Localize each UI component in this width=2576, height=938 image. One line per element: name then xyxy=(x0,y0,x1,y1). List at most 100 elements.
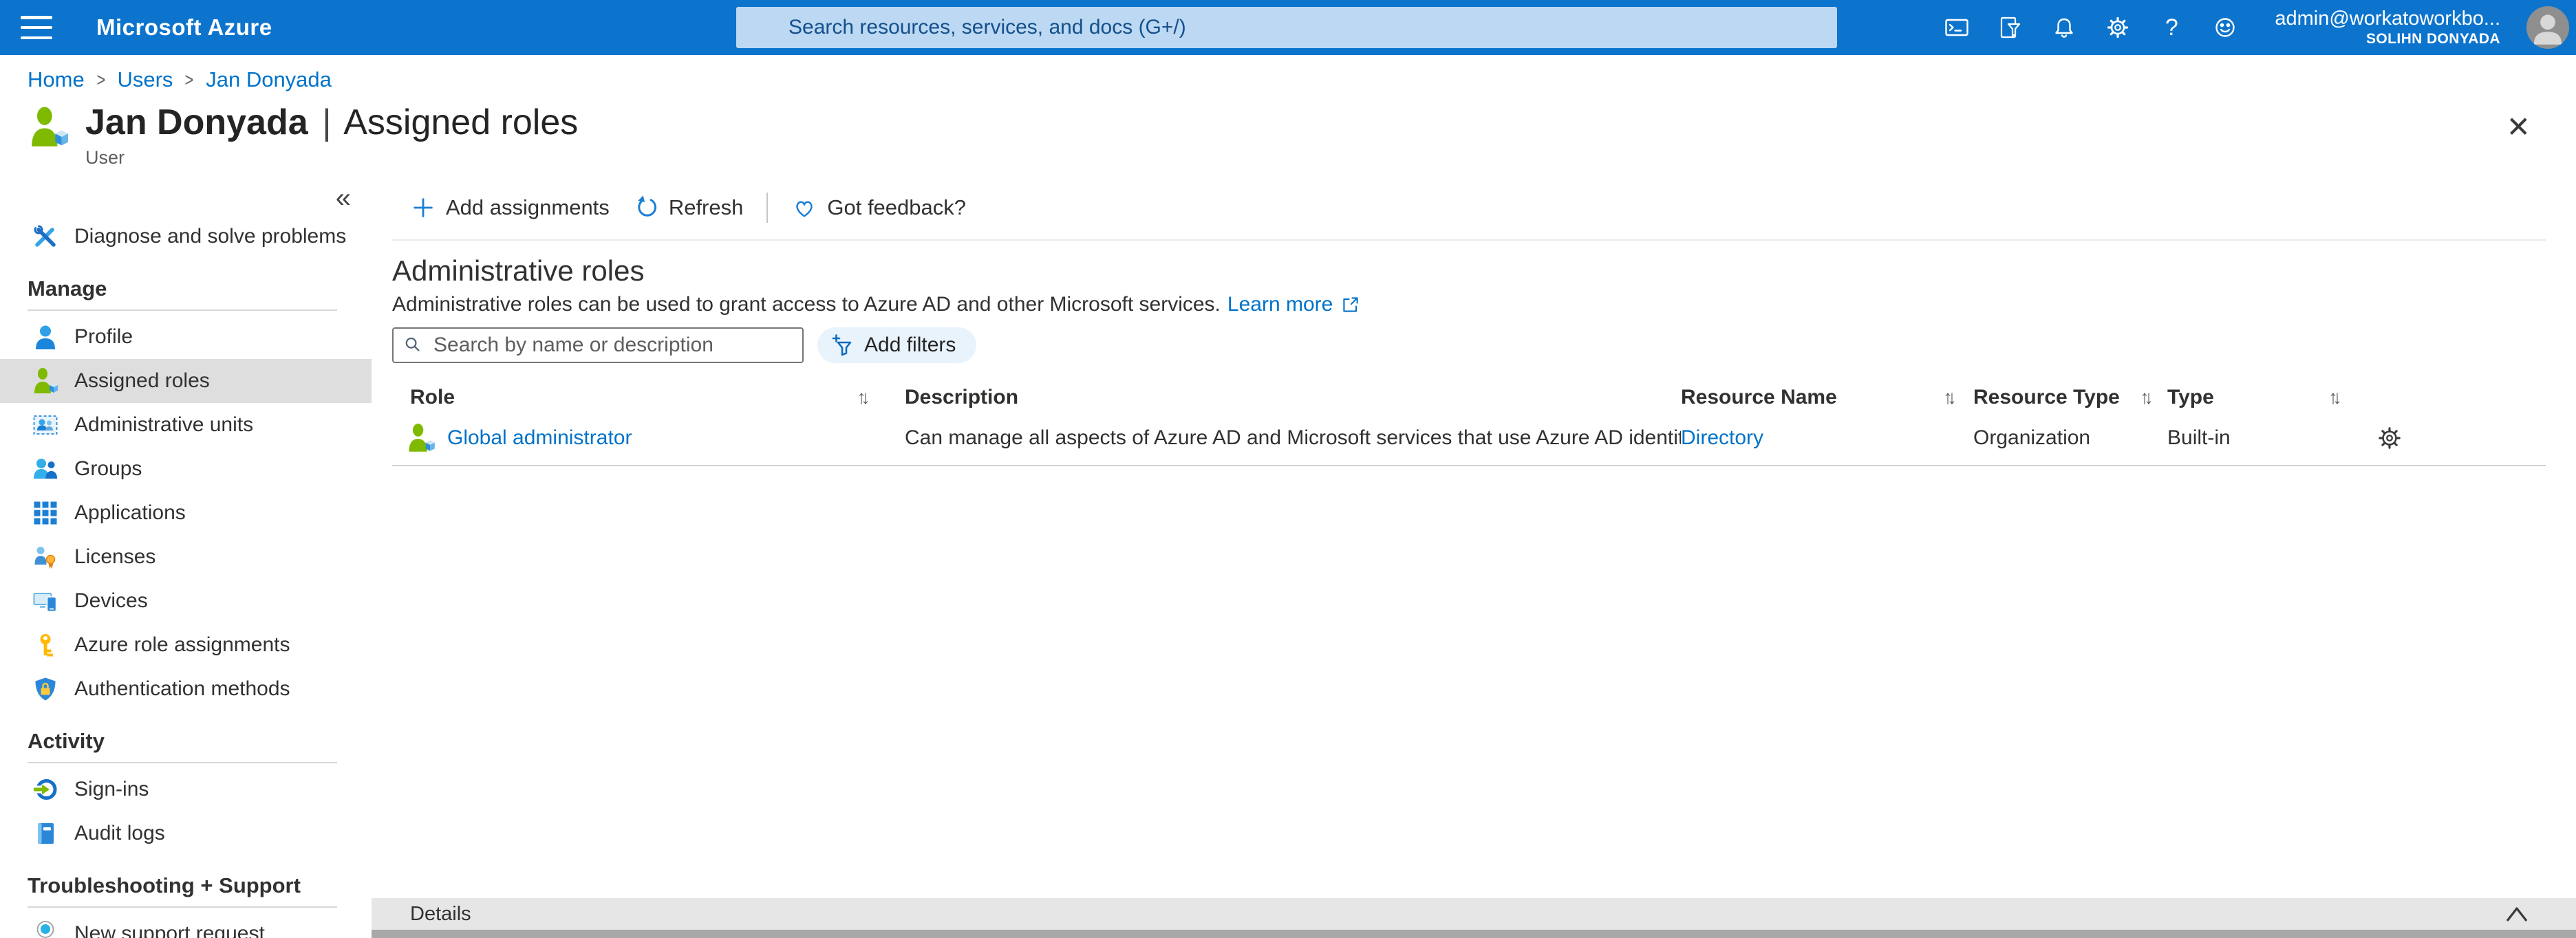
sidebar-item-label: Devices xyxy=(74,589,148,613)
topbar: Microsoft Azure xyxy=(0,0,2576,55)
avatar[interactable] xyxy=(2526,6,2569,49)
account-email: admin@workatoworkbo... xyxy=(2275,8,2500,30)
sidebar-item-label: Groups xyxy=(74,457,142,481)
divider xyxy=(392,239,2546,241)
sign-ins-icon xyxy=(32,776,59,803)
user-avatar-icon xyxy=(28,106,70,149)
sidebar-item-audit-logs[interactable]: Audit logs xyxy=(0,811,372,855)
sidebar-item-sign-ins[interactable]: Sign-ins xyxy=(0,767,372,811)
chevron-up-icon[interactable] xyxy=(2502,902,2532,926)
divider xyxy=(766,193,768,223)
audit-logs-book-icon xyxy=(32,820,59,847)
add-assignments-button[interactable]: Add assignments xyxy=(410,195,610,221)
sort-icon[interactable]: ↑↓ xyxy=(2140,386,2154,408)
sidebar-item-label: Diagnose and solve problems xyxy=(74,225,346,248)
sidebar-item-assigned-roles[interactable]: Assigned roles xyxy=(0,359,372,403)
sidebar-item-label: Azure role assignments xyxy=(74,633,290,657)
sort-icon[interactable]: ↑↓ xyxy=(1943,386,1957,408)
section-description: Administrative roles can be used to gran… xyxy=(392,293,2546,316)
breadcrumb-users[interactable]: Users xyxy=(117,67,173,92)
sort-icon[interactable]: ↑↓ xyxy=(2328,386,2342,408)
sidebar-item-authentication-methods[interactable]: Authentication methods xyxy=(0,667,372,711)
sort-icon[interactable]: ↑↓ xyxy=(857,386,870,408)
page-title-section: Assigned roles xyxy=(343,102,578,142)
row-settings-gear-icon[interactable] xyxy=(2375,424,2404,452)
sidebar-item-groups[interactable]: Groups xyxy=(0,447,372,491)
refresh-button[interactable]: Refresh xyxy=(633,195,744,221)
hamburger-menu-icon[interactable] xyxy=(21,16,52,39)
page-header: Home > Users > Jan Donyada Jan Donyada |… xyxy=(0,55,2576,172)
sidebar-item-label: Sign-ins xyxy=(74,778,149,801)
page-title-name: Jan Donyada xyxy=(85,102,308,142)
sidebar-item-administrative-units[interactable]: Administrative units xyxy=(0,403,372,447)
sidebar-item-azure-role-assignments[interactable]: Azure role assignments xyxy=(0,623,372,667)
sidebar-item-label: Authentication methods xyxy=(74,677,290,701)
refresh-icon xyxy=(633,195,659,221)
type-cell: Built-in xyxy=(2167,426,2367,450)
azure-brand-title: Microsoft Azure xyxy=(96,14,272,41)
row-actions-cell xyxy=(2367,424,2546,452)
main-content: Add assignments Refresh Got feedback? Ad… xyxy=(372,172,2576,938)
key-icon xyxy=(32,631,59,659)
settings-gear-icon[interactable] xyxy=(2104,14,2132,41)
sidebar-item-label: Audit logs xyxy=(74,822,165,845)
page-title-separator: | xyxy=(318,102,336,142)
column-resource-type[interactable]: Resource Type ↑↓ xyxy=(1973,386,2167,409)
table-row[interactable]: Global administrator Can manage all aspe… xyxy=(392,411,2546,466)
sidebar: « Diagnose and solve problems Manage Pro… xyxy=(0,172,372,938)
sidebar-item-applications[interactable]: Applications xyxy=(0,491,372,535)
roles-search xyxy=(392,327,804,363)
sidebar-item-label: New support request xyxy=(74,922,265,938)
column-type[interactable]: Type ↑↓ xyxy=(2167,386,2367,409)
account-info[interactable]: admin@workatoworkbo... SOLIHN DONYADA xyxy=(2275,8,2500,47)
resource-name-link[interactable]: Directory xyxy=(1681,426,1763,449)
breadcrumb-separator: > xyxy=(185,69,194,91)
filter-row: Add filters xyxy=(392,327,2546,363)
close-icon[interactable]: ✕ xyxy=(2507,113,2531,142)
divider xyxy=(28,906,337,908)
role-link[interactable]: Global administrator xyxy=(447,426,632,450)
notifications-bell-icon[interactable] xyxy=(2050,14,2078,41)
sidebar-item-licenses[interactable]: Licenses xyxy=(0,535,372,579)
cloud-shell-icon[interactable] xyxy=(1943,14,1971,41)
help-icon[interactable]: ? xyxy=(2158,14,2185,41)
details-header[interactable]: Details xyxy=(372,898,2576,930)
sidebar-item-diagnose[interactable]: Diagnose and solve problems xyxy=(0,215,372,259)
section-title: Administrative roles xyxy=(392,254,2546,287)
details-scrollbar[interactable] xyxy=(372,930,2576,938)
directory-filter-icon[interactable] xyxy=(1997,14,2024,41)
assigned-roles-icon xyxy=(32,367,59,395)
description-cell: Can manage all aspects of Azure AD and M… xyxy=(905,426,1681,450)
sidebar-item-label: Administrative units xyxy=(74,413,253,437)
sidebar-item-new-support-request[interactable]: New support request xyxy=(0,912,372,938)
licenses-icon xyxy=(32,543,59,571)
page-title: Jan Donyada | Assigned roles xyxy=(85,102,578,143)
command-bar: Add assignments Refresh Got feedback? xyxy=(392,191,2546,224)
sidebar-section-activity: Activity xyxy=(0,729,372,754)
breadcrumb-current[interactable]: Jan Donyada xyxy=(206,67,332,92)
shield-lock-icon xyxy=(32,675,59,703)
roles-search-input[interactable] xyxy=(392,327,804,363)
global-search-input[interactable] xyxy=(736,7,1837,48)
external-link-icon xyxy=(1340,294,1362,316)
feedback-smiley-icon[interactable] xyxy=(2211,14,2239,41)
column-description[interactable]: Description xyxy=(905,386,1681,409)
heart-icon xyxy=(791,195,817,221)
sidebar-item-profile[interactable]: Profile xyxy=(0,315,372,359)
details-label: Details xyxy=(410,903,2502,926)
sidebar-item-label: Licenses xyxy=(74,545,155,569)
sidebar-section-troubleshooting: Troubleshooting + Support xyxy=(0,873,372,898)
sidebar-item-label: Applications xyxy=(74,501,186,525)
role-user-icon xyxy=(406,423,436,453)
sidebar-item-devices[interactable]: Devices xyxy=(0,579,372,623)
learn-more-link[interactable]: Learn more xyxy=(1227,293,1333,316)
breadcrumb-home[interactable]: Home xyxy=(28,67,85,92)
column-resource-name[interactable]: Resource Name ↑↓ xyxy=(1681,386,1973,409)
column-role[interactable]: Role ↑↓ xyxy=(392,386,905,409)
sidebar-item-label: Assigned roles xyxy=(74,369,210,393)
title-row: Jan Donyada | Assigned roles User xyxy=(0,102,2576,168)
got-feedback-button[interactable]: Got feedback? xyxy=(791,195,966,221)
divider xyxy=(28,762,337,763)
add-filters-button[interactable]: Add filters xyxy=(817,327,976,363)
sidebar-collapse-icon[interactable]: « xyxy=(336,183,351,213)
